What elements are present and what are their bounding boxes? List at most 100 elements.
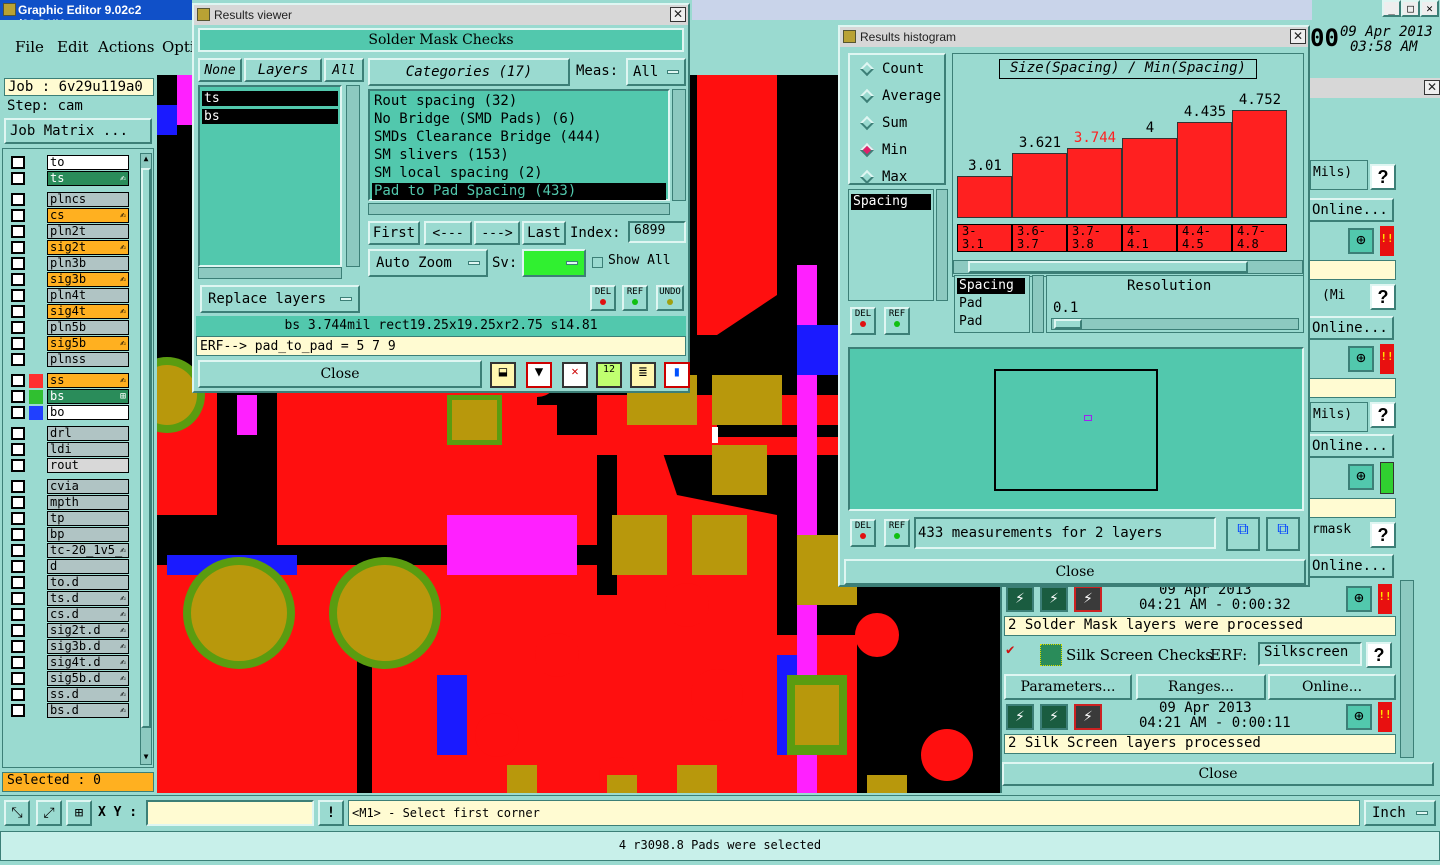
resolution-slider[interactable] — [1051, 318, 1299, 330]
layer-color-swatch[interactable] — [29, 459, 43, 473]
layer-color-swatch[interactable] — [29, 544, 43, 558]
layer-color-swatch[interactable] — [29, 560, 43, 574]
layer-name[interactable]: sig3b.d ✍ — [47, 639, 129, 654]
radio-diamond-icon[interactable] — [859, 169, 875, 185]
layer-checkbox[interactable] — [11, 321, 25, 334]
radio-diamond-icon[interactable] — [859, 142, 875, 158]
layer-row[interactable]: ts ✍ — [11, 171, 129, 186]
layer-name[interactable]: to — [47, 155, 129, 170]
silk-erf-field[interactable]: Silkscreen — [1258, 642, 1362, 666]
layer-name[interactable]: bs.d ✍ — [47, 703, 129, 718]
rv-del-icon[interactable]: DEL — [590, 285, 616, 311]
layer-row[interactable]: bs ⊞ — [11, 389, 129, 404]
ref-grid-icon[interactable]: ✕ — [562, 362, 588, 388]
layer-row[interactable]: sig4t.d ✍ — [11, 655, 129, 670]
help-icon-4[interactable]: ? — [1370, 522, 1396, 548]
layer-color-swatch[interactable] — [29, 656, 43, 670]
layer-checkbox[interactable] — [11, 560, 25, 573]
run-icon-2[interactable]: ⚡ — [1040, 586, 1068, 612]
meas-dropdown[interactable]: All — [626, 58, 686, 86]
histogram-bar[interactable] — [1177, 122, 1232, 218]
online-button-4[interactable]: Online... — [1308, 554, 1394, 578]
chart-hscroll-thumb[interactable] — [968, 261, 1248, 273]
layer-row[interactable]: plnss — [11, 352, 129, 367]
parameters-button[interactable]: Parameters... — [1004, 674, 1132, 700]
layer-name[interactable]: ss ✍ — [47, 373, 129, 388]
category-hscroll[interactable] — [368, 203, 670, 215]
layer-name[interactable]: tc-20_1v5_ ✍ — [47, 543, 129, 558]
layer-row[interactable]: sig5b.d ✍ — [11, 671, 129, 686]
layer-row[interactable]: drl — [11, 426, 129, 441]
layer-checkbox[interactable] — [11, 390, 25, 403]
layer-name[interactable]: plncs — [47, 192, 129, 207]
layer-row[interactable]: ss ✍ — [11, 373, 129, 388]
layer-color-swatch[interactable] — [29, 225, 43, 239]
radio-diamond-icon[interactable] — [859, 61, 875, 77]
zoom-icon-2[interactable]: ⊕ — [1348, 346, 1374, 372]
layer-row[interactable]: cvia — [11, 479, 129, 494]
minimize-button[interactable]: _ — [1382, 0, 1401, 17]
radio-diamond-icon[interactable] — [859, 115, 875, 131]
layer-name[interactable]: ts.d ✍ — [47, 591, 129, 606]
layer-color-swatch[interactable] — [29, 688, 43, 702]
histogram-icon[interactable]: ▮ — [664, 362, 690, 388]
layer-name[interactable]: bp — [47, 527, 129, 542]
layer-scroll-down-icon[interactable]: ▼ — [141, 752, 151, 764]
layer-color-swatch[interactable] — [29, 443, 43, 457]
sv-color-dropdown[interactable] — [522, 249, 586, 277]
layer-checkbox[interactable] — [11, 374, 25, 387]
mode-radio-average[interactable]: Average — [859, 88, 941, 104]
layer-checkbox[interactable] — [11, 353, 25, 366]
histogram-close-icon[interactable]: ✕ — [1290, 29, 1306, 44]
hist-del-icon-top[interactable]: DEL — [850, 307, 876, 335]
layer-name[interactable]: ldi — [47, 442, 129, 457]
close-window-button[interactable]: ✕ — [1420, 0, 1439, 17]
layer-checkbox[interactable] — [11, 427, 25, 440]
layer-color-swatch[interactable] — [29, 193, 43, 207]
layer-color-swatch[interactable] — [29, 640, 43, 654]
layer-row[interactable]: sig3b ✍ — [11, 272, 129, 287]
layer-color-swatch[interactable] — [29, 624, 43, 638]
layer-name[interactable]: bs ⊞ — [47, 389, 129, 404]
layer-scroll-up-icon[interactable]: ▲ — [141, 154, 151, 166]
radio-diamond-icon[interactable] — [859, 88, 875, 104]
checklist-close-button[interactable]: Close — [1002, 762, 1434, 786]
zoom-icon-1[interactable]: ⊕ — [1348, 228, 1374, 254]
rv-layer-hscroll[interactable] — [198, 267, 342, 279]
locate-icon[interactable]: ⬓ — [490, 362, 516, 388]
layer-name[interactable]: sig5b.d ✍ — [47, 671, 129, 686]
layer-row[interactable]: to — [11, 155, 129, 170]
xy-input[interactable] — [146, 800, 314, 826]
layer-checkbox[interactable] — [11, 305, 25, 318]
layer-color-swatch[interactable] — [29, 321, 43, 335]
layer-name[interactable]: ts ✍ — [47, 171, 129, 186]
grid-icon[interactable]: ⊞ — [66, 800, 92, 826]
layer-checkbox[interactable] — [11, 273, 25, 286]
layer-checkbox[interactable] — [11, 544, 25, 557]
layer-row[interactable]: sig3b.d ✍ — [11, 639, 129, 654]
layer-name[interactable]: bo — [47, 405, 129, 420]
layer-row[interactable]: rout — [11, 458, 129, 473]
alert-prompt-icon[interactable]: ! — [318, 800, 344, 826]
layer-color-swatch[interactable] — [29, 289, 43, 303]
attr-item-spacing[interactable]: Spacing — [957, 278, 1025, 294]
layer-checkbox[interactable] — [11, 289, 25, 302]
layer-color-swatch[interactable] — [29, 672, 43, 686]
category-item[interactable]: SM slivers (153) — [372, 147, 666, 164]
layer-scroll-thumb[interactable] — [141, 168, 151, 728]
layer-checkbox[interactable] — [11, 156, 25, 169]
layer-checkbox[interactable] — [11, 480, 25, 493]
layer-row[interactable]: sig5b ✍ — [11, 336, 129, 351]
quantity-item[interactable]: Spacing — [851, 194, 931, 210]
layer-checkbox[interactable] — [11, 672, 25, 685]
layer-color-swatch[interactable] — [29, 496, 43, 510]
layer-checkbox[interactable] — [11, 608, 25, 621]
layer-row[interactable]: ldi — [11, 442, 129, 457]
layer-checkbox[interactable] — [11, 209, 25, 222]
menu-options[interactable]: Opti — [162, 38, 195, 56]
layer-name[interactable]: sig5b ✍ — [47, 336, 129, 351]
maximize-button[interactable]: □ — [1401, 0, 1420, 17]
right-panel-close-icon[interactable]: ✕ — [1424, 80, 1440, 95]
layer-row[interactable]: bs.d ✍ — [11, 703, 129, 718]
units-dropdown[interactable]: Inch — [1364, 800, 1436, 826]
